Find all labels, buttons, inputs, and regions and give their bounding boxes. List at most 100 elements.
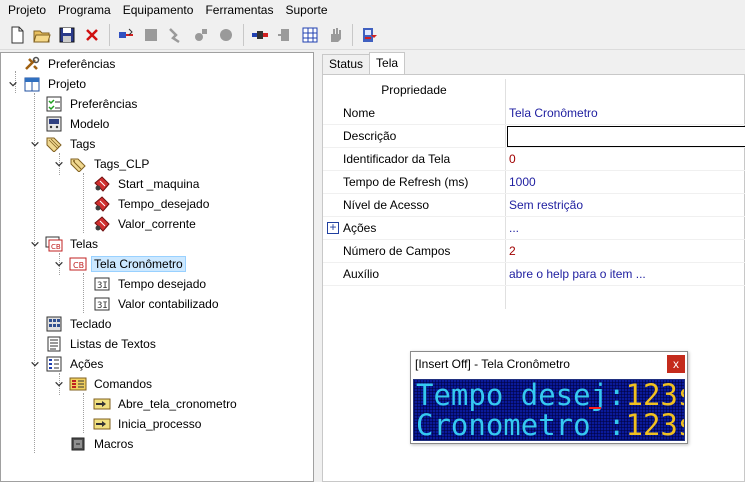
- tree-item-preferencias[interactable]: Preferências: [29, 95, 140, 113]
- menu-equipamento[interactable]: Equipamento: [117, 0, 200, 20]
- menu-bar: Projeto Programa Equipamento Ferramentas…: [0, 0, 745, 20]
- chevron-down-icon[interactable]: [53, 158, 65, 170]
- tree-item-macros[interactable]: Macros: [53, 435, 136, 453]
- keypad-icon: [45, 316, 63, 332]
- tree-item-comandos[interactable]: Comandos: [53, 375, 155, 393]
- screen-preview-window[interactable]: [Insert Off] - Tela Cronômetro x Tempo d…: [410, 351, 688, 444]
- hand-icon[interactable]: [324, 24, 346, 46]
- stop-icon[interactable]: [140, 24, 162, 46]
- connect-icon[interactable]: [115, 24, 137, 46]
- menu-ferramentas[interactable]: Ferramentas: [199, 0, 279, 20]
- device-icon[interactable]: [274, 24, 296, 46]
- chevron-down-icon[interactable]: [29, 358, 41, 370]
- tree-item-preferencias-top[interactable]: Preferências: [7, 55, 118, 73]
- property-row-numero-campos[interactable]: Número de Campos 2: [323, 240, 745, 263]
- lcd-line-2-value: 123s: [625, 408, 684, 441]
- export-icon[interactable]: [358, 24, 380, 46]
- grid-icon[interactable]: [299, 24, 321, 46]
- tree-item-listas-de-textos[interactable]: Listas de Textos: [29, 335, 159, 353]
- tree-item-tag-tempo-desejado[interactable]: Tempo_desejado: [77, 195, 212, 213]
- tag-folder-icon: [69, 156, 87, 172]
- tab-tela[interactable]: Tela: [369, 52, 406, 74]
- toolbar-separator: [243, 23, 244, 46]
- tree-item-tags[interactable]: Tags: [29, 135, 98, 153]
- tree-item-tag-valor-corrente[interactable]: Valor_corrente: [77, 215, 199, 233]
- project-tree: Preferências Projeto Preferências Modelo…: [0, 52, 314, 482]
- tab-bar: Status Tela: [322, 52, 406, 74]
- chevron-down-icon[interactable]: [53, 378, 65, 390]
- svg-text:3I: 3I: [97, 301, 108, 311]
- tree-item-teclado[interactable]: Teclado: [29, 315, 114, 333]
- device-model-icon: [45, 116, 63, 132]
- close-button[interactable]: x: [667, 355, 685, 373]
- tags-icon: [45, 136, 63, 152]
- field-icon: 3I: [93, 276, 111, 292]
- tree-item-campo-valor-contabilizado[interactable]: 3I Valor contabilizado: [77, 295, 222, 313]
- tree-item-acoes[interactable]: Ações: [29, 355, 106, 373]
- tree-item-cmd-inicia-processo[interactable]: Inicia_processo: [77, 415, 204, 433]
- property-row-nivel-acesso[interactable]: Nível de Acesso Sem restrição: [323, 194, 745, 217]
- chevron-down-icon[interactable]: [7, 78, 19, 90]
- save-icon[interactable]: [56, 24, 78, 46]
- tool2-icon[interactable]: [190, 24, 212, 46]
- tool1-icon[interactable]: [165, 24, 187, 46]
- screens-icon: CB: [45, 236, 63, 252]
- property-grid-header: Propriedade: [323, 79, 745, 101]
- plug-icon[interactable]: [249, 24, 271, 46]
- text-list-icon: [45, 336, 63, 352]
- menu-projeto[interactable]: Projeto: [2, 0, 52, 20]
- checklist-icon: [45, 96, 63, 112]
- tree-item-modelo[interactable]: Modelo: [29, 115, 112, 133]
- toolbar: [0, 20, 745, 50]
- lcd-line-2: Cronometro :123s: [416, 408, 684, 441]
- command-icon: [93, 396, 111, 412]
- tree-item-cmd-abre-tela-cronometro[interactable]: Abre_tela_cronometro: [77, 395, 240, 413]
- property-row-descricao[interactable]: Descrição: [323, 125, 745, 148]
- toolbar-separator: [109, 23, 110, 46]
- menu-programa[interactable]: Programa: [52, 0, 117, 20]
- property-row-tempo-refresh[interactable]: Tempo de Refresh (ms) 1000: [323, 171, 745, 194]
- preview-window-title[interactable]: [Insert Off] - Tela Cronômetro: [411, 352, 687, 376]
- lcd-line-2-text: Cronometro :: [416, 408, 626, 441]
- tree-item-projeto[interactable]: Projeto: [7, 75, 89, 93]
- field-icon: 3I: [93, 296, 111, 312]
- command-icon: [93, 416, 111, 432]
- record-icon[interactable]: [215, 24, 237, 46]
- tag-icon: [93, 196, 111, 212]
- svg-text:CB: CB: [73, 261, 84, 270]
- project-icon: [23, 76, 41, 92]
- property-row-auxilio[interactable]: Auxílio abre o help para o item ...: [323, 263, 745, 286]
- toolbar-separator: [352, 23, 353, 46]
- svg-text:3I: 3I: [97, 281, 108, 291]
- screen-icon: CB: [69, 256, 87, 272]
- tag-icon: [93, 216, 111, 232]
- macros-icon: [69, 436, 87, 452]
- descricao-input[interactable]: [507, 126, 745, 147]
- delete-icon[interactable]: [81, 24, 103, 46]
- menu-suporte[interactable]: Suporte: [279, 0, 333, 20]
- commands-icon: [69, 376, 87, 392]
- tag-icon: [93, 176, 111, 192]
- lcd-line-1: Tempo desej:123s: [416, 380, 684, 410]
- property-row-identificador[interactable]: Identificador da Tela 0: [323, 148, 745, 171]
- actions-icon: [45, 356, 63, 372]
- svg-text:CB: CB: [51, 243, 61, 251]
- chevron-down-icon[interactable]: [29, 138, 41, 150]
- chevron-down-icon[interactable]: [53, 258, 65, 270]
- open-folder-icon[interactable]: [31, 24, 53, 46]
- tools-icon: [23, 56, 41, 72]
- lcd-cursor: [589, 407, 601, 409]
- tab-status[interactable]: Status: [322, 54, 371, 74]
- column-header-propriedade: Propriedade: [381, 83, 447, 97]
- property-row-nome[interactable]: Nome Tela Cronômetro: [323, 102, 745, 125]
- new-file-icon[interactable]: [6, 24, 28, 46]
- lcd-display: Tempo desej:123s Cronometro :123s: [413, 379, 685, 441]
- tree-item-tela-cronometro[interactable]: CB Tela Cronômetro: [53, 255, 186, 273]
- expand-plus-icon[interactable]: +: [327, 221, 339, 234]
- tree-item-telas[interactable]: CB Telas: [29, 235, 101, 253]
- tree-item-tags-clp[interactable]: Tags_CLP: [53, 155, 152, 173]
- tree-item-campo-tempo-desejado[interactable]: 3I Tempo desejado: [77, 275, 209, 293]
- property-row-acoes[interactable]: + Ações ...: [323, 217, 745, 240]
- chevron-down-icon[interactable]: [29, 238, 41, 250]
- tree-item-tag-start-maquina[interactable]: Start _maquina: [77, 175, 202, 193]
